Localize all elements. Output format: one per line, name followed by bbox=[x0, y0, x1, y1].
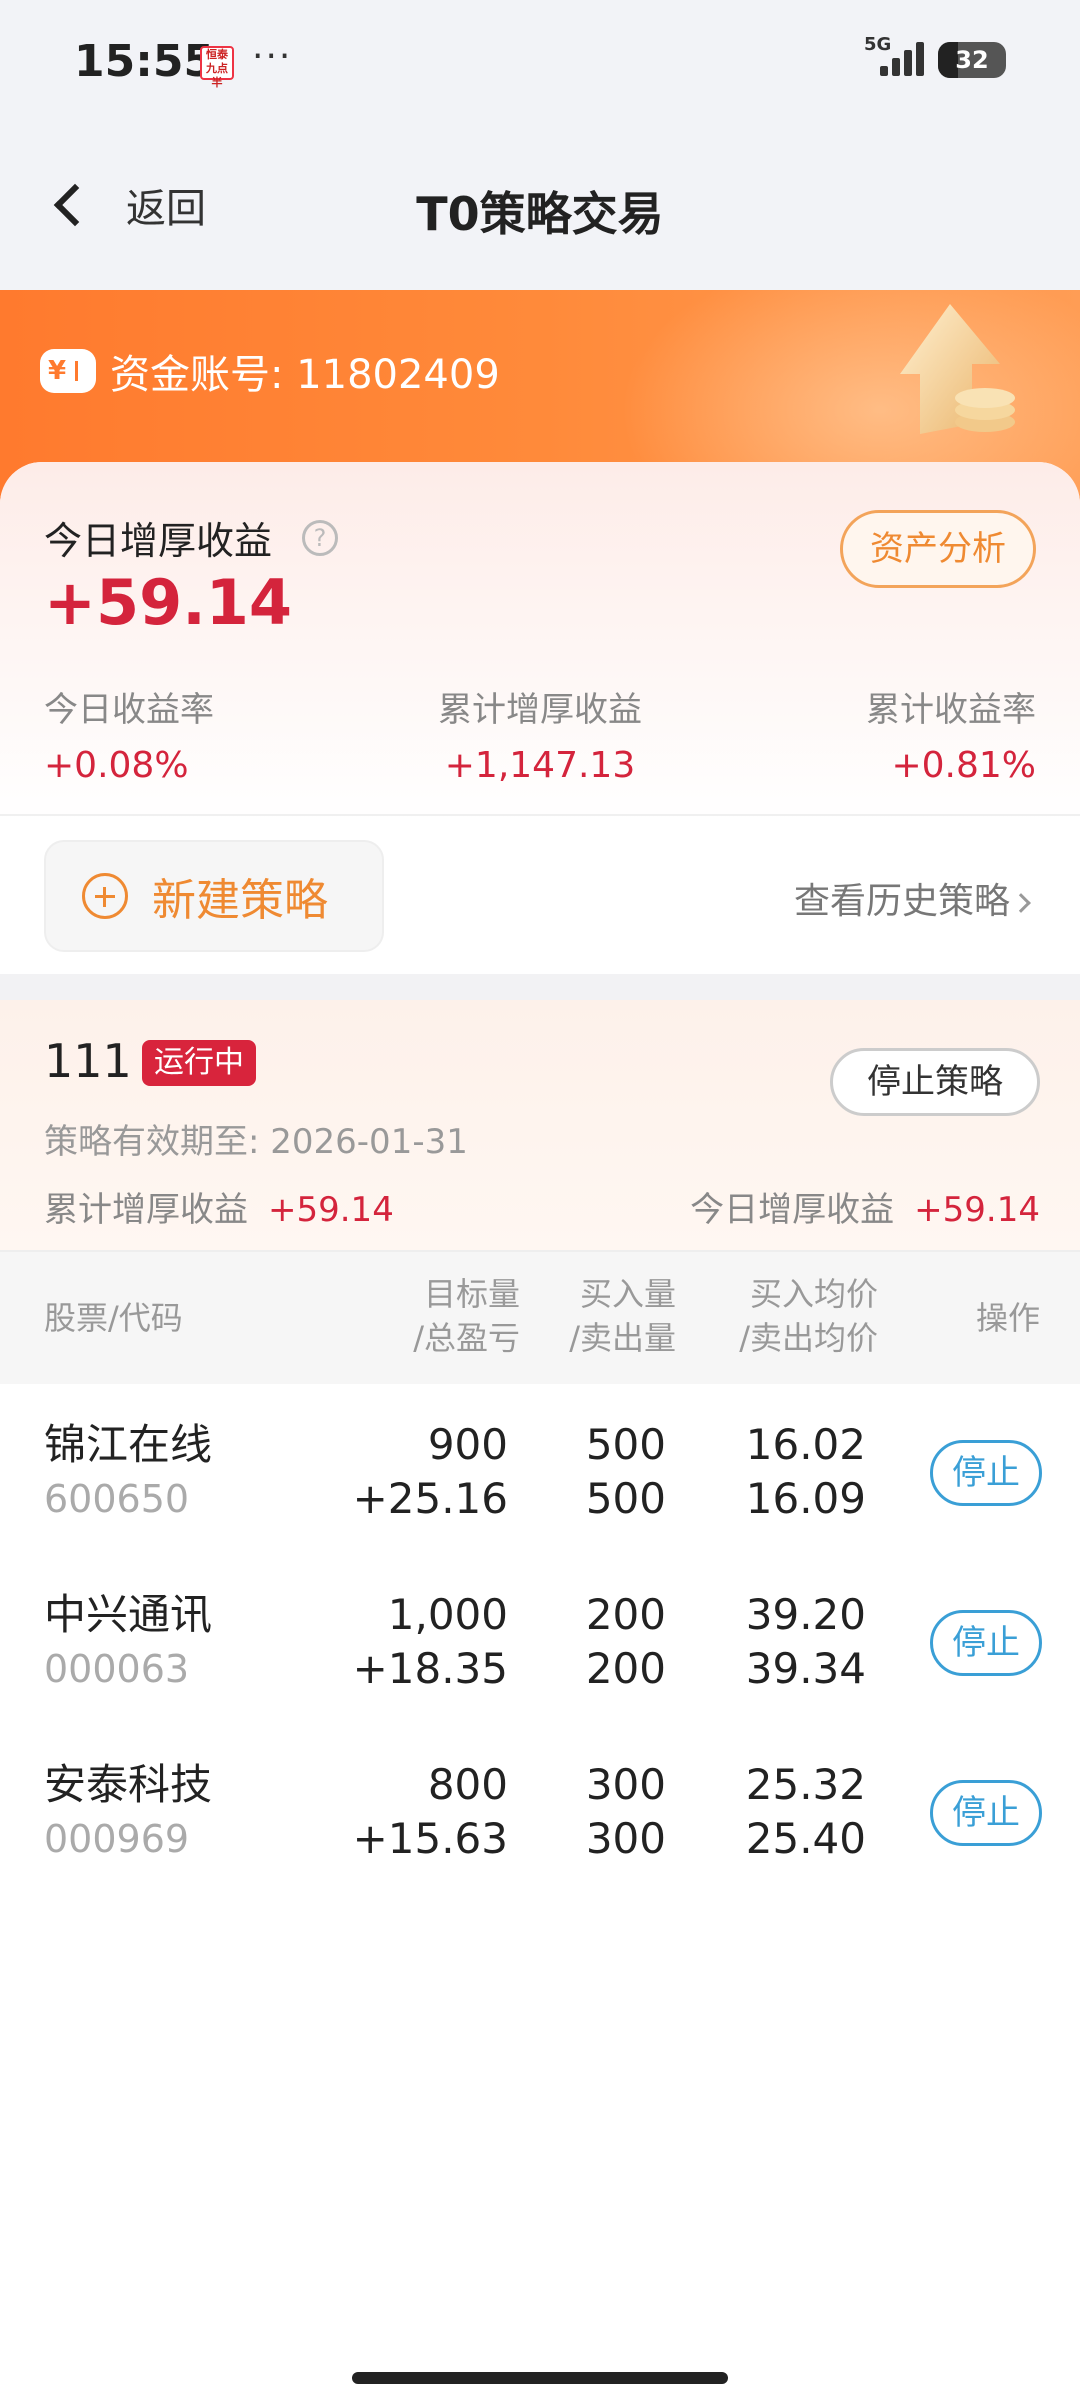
header-qty-line1: 买入量 bbox=[579, 1275, 676, 1313]
header-price: 买入均价 /卖出均价 bbox=[739, 1272, 878, 1360]
stop-button[interactable]: 停止 bbox=[930, 1440, 1042, 1506]
stat-cumulative-gain: 累计增厚收益 +1,147.13 bbox=[428, 682, 652, 786]
section-gap bbox=[0, 974, 1080, 1000]
status-time: 15:55 bbox=[74, 36, 215, 87]
buy-qty: 500 bbox=[585, 1420, 666, 1469]
stat-cumulative-rate: 累计收益率 +0.81% bbox=[866, 682, 1036, 786]
buy-price: 25.32 bbox=[745, 1760, 866, 1809]
strategy-name: 111 bbox=[44, 1034, 132, 1088]
header-action: 操作 bbox=[975, 1299, 1040, 1337]
account-row: ¥ 资金账号: 11802409 bbox=[40, 342, 500, 400]
top-area: 15:55 恒泰 九点半 ··· 5G 32 返回 T0策略交易 bbox=[0, 0, 1080, 290]
history-label: 查看历史策略 bbox=[793, 881, 1010, 922]
stock-code: 000063 bbox=[44, 1647, 190, 1691]
total-pnl: +25.16 bbox=[352, 1474, 508, 1523]
stat-label: 今日收益率 bbox=[44, 690, 214, 730]
stock-code: 000969 bbox=[44, 1817, 190, 1861]
table-row[interactable]: 安泰科技 000969 800 +15.63 300 300 25.32 25.… bbox=[0, 1740, 1080, 1910]
page-title: T0策略交易 bbox=[416, 187, 664, 241]
today-label: 今日增厚收益 bbox=[690, 1190, 895, 1230]
target-qty: 1,000 bbox=[387, 1590, 508, 1639]
stock-name: 安泰科技 bbox=[44, 1760, 213, 1809]
stop-button[interactable]: 停止 bbox=[930, 1780, 1042, 1846]
today-gain-label: 今日增厚收益 bbox=[44, 519, 273, 563]
cum-label: 累计增厚收益 bbox=[44, 1190, 248, 1230]
stat-value: +0.81% bbox=[891, 745, 1036, 786]
target-qty: 800 bbox=[427, 1760, 508, 1809]
cum-value: +59.14 bbox=[268, 1190, 394, 1230]
status-bar: 15:55 恒泰 九点半 ··· 5G 32 bbox=[0, 0, 1080, 120]
home-indicator[interactable] bbox=[352, 2372, 728, 2384]
help-icon[interactable]: ? bbox=[302, 520, 338, 556]
sell-price: 39.34 bbox=[745, 1644, 866, 1693]
growth-arrow-icon bbox=[900, 304, 1015, 434]
status-badge: 运行中 bbox=[142, 1040, 256, 1086]
history-strategies-link[interactable]: 查看历史策略 bbox=[793, 872, 1031, 924]
header-target-line2: /总盈亏 bbox=[413, 1319, 520, 1357]
more-notifications-icon: ··· bbox=[252, 36, 293, 77]
today-value: +59.14 bbox=[914, 1190, 1040, 1230]
header-price-line2: /卖出均价 bbox=[739, 1319, 878, 1357]
wallet-icon: ¥ bbox=[40, 349, 96, 393]
stop-strategy-button[interactable]: 停止策略 bbox=[830, 1048, 1040, 1116]
stat-label: 累计收益率 bbox=[866, 690, 1036, 730]
new-strategy-button[interactable]: 新建策略 bbox=[44, 840, 384, 952]
buy-price: 39.20 bbox=[745, 1590, 866, 1639]
buy-qty: 200 bbox=[585, 1590, 666, 1639]
header-qty-line2: /卖出量 bbox=[569, 1319, 676, 1357]
stat-value: +1,147.13 bbox=[444, 745, 636, 786]
strategy-valid-until: 策略有效期至: 2026-01-31 bbox=[44, 1122, 468, 1162]
stock-name: 锦江在线 bbox=[44, 1420, 213, 1469]
sell-price: 16.09 bbox=[745, 1474, 866, 1523]
target-qty: 900 bbox=[427, 1420, 508, 1469]
stat-value: +0.08% bbox=[44, 745, 189, 786]
stock-code: 600650 bbox=[44, 1477, 190, 1521]
strategy-today-gain: 今日增厚收益 +59.14 bbox=[690, 1182, 1040, 1231]
header-stock: 股票/代码 bbox=[44, 1299, 183, 1337]
buy-price: 16.02 bbox=[745, 1420, 866, 1469]
sell-qty: 500 bbox=[585, 1474, 666, 1523]
header-price-line1: 买入均价 bbox=[749, 1275, 878, 1313]
chevron-right-icon bbox=[1011, 893, 1031, 913]
header-target: 目标量 /总盈亏 bbox=[413, 1272, 520, 1360]
stock-name: 中兴通讯 bbox=[44, 1590, 213, 1639]
total-pnl: +18.35 bbox=[352, 1644, 508, 1693]
strategy-card: 111 运行中 停止策略 策略有效期至: 2026-01-31 累计增厚收益 +5… bbox=[0, 1000, 1080, 1250]
table-header: 股票/代码 目标量 /总盈亏 买入量 /卖出量 买入均价 /卖出均价 操作 bbox=[0, 1250, 1080, 1384]
stat-label: 累计增厚收益 bbox=[438, 690, 642, 730]
battery-icon: 32 bbox=[938, 42, 1006, 78]
earnings-summary-card: 今日增厚收益 ? +59.14 资产分析 今日收益率 +0.08% 累计增厚收益… bbox=[0, 462, 1080, 974]
divider bbox=[0, 814, 1080, 816]
plus-circle-icon bbox=[82, 873, 128, 919]
sell-price: 25.40 bbox=[745, 1814, 866, 1863]
sell-qty: 200 bbox=[585, 1644, 666, 1693]
today-gain-value: +59.14 bbox=[44, 566, 293, 639]
stat-today-rate: 今日收益率 +0.08% bbox=[44, 682, 214, 786]
app-notification-icon: 恒泰 九点半 bbox=[200, 46, 234, 89]
strategy-cumulative-gain: 累计增厚收益 +59.14 bbox=[44, 1182, 394, 1231]
buy-qty: 300 bbox=[585, 1760, 666, 1809]
total-pnl: +15.63 bbox=[352, 1814, 508, 1863]
header-target-line1: 目标量 bbox=[423, 1275, 520, 1313]
new-strategy-label: 新建策略 bbox=[152, 875, 328, 926]
asset-analysis-button[interactable]: 资产分析 bbox=[840, 510, 1036, 588]
account-number: 资金账号: 11802409 bbox=[110, 352, 500, 398]
stop-button[interactable]: 停止 bbox=[930, 1610, 1042, 1676]
battery-level: 32 bbox=[955, 46, 989, 74]
table-row[interactable]: 中兴通讯 000063 1,000 +18.35 200 200 39.20 3… bbox=[0, 1570, 1080, 1740]
sell-qty: 300 bbox=[585, 1814, 666, 1863]
header-quantity: 买入量 /卖出量 bbox=[569, 1272, 676, 1360]
signal-icon bbox=[880, 42, 924, 76]
table-row[interactable]: 锦江在线 600650 900 +25.16 500 500 16.02 16.… bbox=[0, 1400, 1080, 1570]
